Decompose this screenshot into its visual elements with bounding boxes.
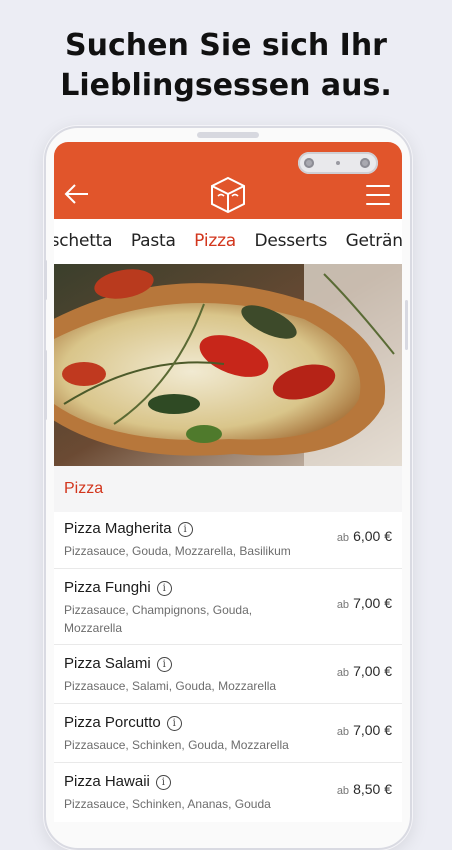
tab-desserts[interactable]: Desserts xyxy=(254,231,327,251)
info-icon[interactable]: i xyxy=(177,522,193,537)
item-price: 7,00 € xyxy=(353,722,392,738)
headline-line-2: Lieblingsessen aus. xyxy=(60,68,392,103)
promo-headline: Suchen Sie sich Ihr Lieblingsessen aus. xyxy=(0,26,452,106)
info-icon[interactable]: i xyxy=(156,581,172,596)
phone-camera xyxy=(298,152,378,174)
list-item[interactable]: Pizza Salami i Pizzasauce, Salami, Gouda,… xyxy=(54,645,402,704)
section-title: Pizza xyxy=(64,480,104,497)
price-prefix: ab xyxy=(336,667,350,679)
phone-side-button xyxy=(405,300,408,350)
item-description: Pizzasauce, Schinken, Gouda, Mozzarella xyxy=(64,738,289,752)
category-tabs: uschetta Pasta Pizza Desserts Getränke xyxy=(54,219,402,265)
item-name: Pizza Funghi xyxy=(64,579,151,596)
item-description: Pizzasauce, Champignons, Gouda, Mozzarel… xyxy=(64,603,253,635)
phone-side-button xyxy=(44,260,47,300)
tab-bruschetta[interactable]: uschetta xyxy=(54,231,113,251)
hamburger-menu-icon[interactable] xyxy=(364,182,392,208)
app-bar xyxy=(54,142,402,219)
headline-line-1: Suchen Sie sich Ihr xyxy=(65,28,387,63)
menu-list: Pizza Magherita i Pizzasauce, Gouda, Mozz… xyxy=(54,512,402,821)
item-description: Pizzasauce, Salami, Gouda, Mozzarella xyxy=(64,679,277,693)
tab-pizza[interactable]: Pizza xyxy=(194,231,236,251)
phone-speaker xyxy=(197,132,259,138)
list-item[interactable]: Pizza Porcutto i Pizzasauce, Schinken, Go… xyxy=(54,704,402,763)
info-icon[interactable]: i xyxy=(155,775,171,790)
box-logo-icon[interactable] xyxy=(210,176,246,214)
list-item[interactable]: Pizza Magherita i Pizzasauce, Gouda, Mozz… xyxy=(54,512,402,569)
list-item[interactable]: Pizza Hawaii i Pizzasauce, Schinken, Anan… xyxy=(54,763,402,821)
item-name: Pizza Porcutto xyxy=(64,714,161,731)
price-prefix: ab xyxy=(336,785,350,797)
item-price: 7,00 € xyxy=(353,595,392,611)
price-prefix: ab xyxy=(336,532,350,544)
list-item[interactable]: Pizza Funghi i Pizzasauce, Champignons, G… xyxy=(54,569,402,645)
pizza-hero-image xyxy=(54,264,402,466)
phone-side-button xyxy=(44,350,47,420)
arrow-left-icon xyxy=(64,184,88,204)
price-prefix: ab xyxy=(336,599,350,611)
tab-getraenke[interactable]: Getränke xyxy=(346,231,402,251)
item-name: Pizza Salami xyxy=(64,655,151,672)
item-price: 7,00 € xyxy=(353,663,392,679)
price-prefix: ab xyxy=(336,726,350,738)
item-price: 8,50 € xyxy=(353,781,392,797)
back-button[interactable] xyxy=(62,180,90,208)
info-icon[interactable]: i xyxy=(156,657,172,672)
item-name: Pizza Magherita xyxy=(64,520,172,537)
tab-pasta[interactable]: Pasta xyxy=(131,231,176,251)
item-price: 6,00 € xyxy=(353,528,392,544)
app-screen: uschetta Pasta Pizza Desserts Getränke xyxy=(54,142,402,822)
section-header: Pizza xyxy=(54,466,402,513)
item-name: Pizza Hawaii xyxy=(64,773,150,790)
item-description: Pizzasauce, Schinken, Ananas, Gouda xyxy=(64,797,271,811)
info-icon[interactable]: i xyxy=(166,716,182,731)
item-description: Pizzasauce, Gouda, Mozzarella, Basilikum xyxy=(64,544,291,558)
